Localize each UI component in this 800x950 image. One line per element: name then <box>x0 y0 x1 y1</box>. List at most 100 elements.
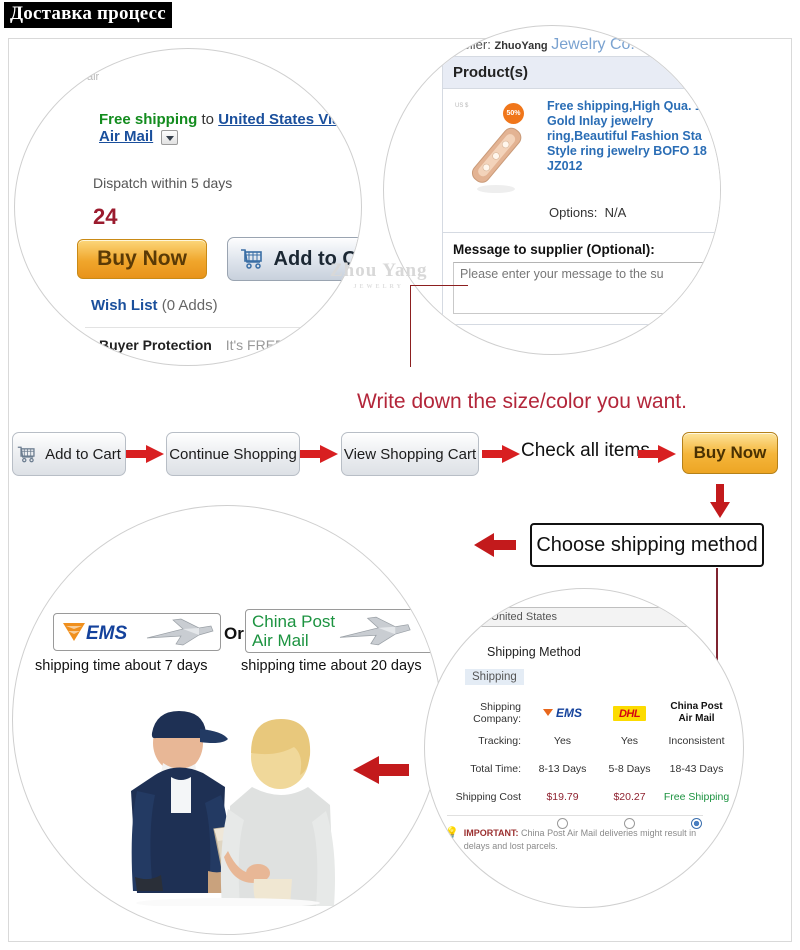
thumb-corner-text: US $ <box>455 103 469 109</box>
china-post-text: China Post Air Mail <box>252 612 335 650</box>
company-ems: EMS <box>529 706 596 721</box>
table-row-companies: Shipping Company: EMS DHL China Post Air… <box>433 699 733 727</box>
cart-icon <box>240 249 262 269</box>
flow-continue-shopping-button[interactable]: Continue Shopping <box>166 432 300 476</box>
note-strong: IMPORTANT: <box>463 828 519 838</box>
ems-logo-icon <box>542 709 553 717</box>
seller-company: Jewelry Co. <box>551 36 635 53</box>
message-textarea[interactable]: Please enter your message to the su <box>453 262 720 314</box>
chevron-down-icon[interactable] <box>161 129 179 145</box>
ems-badge: EMS <box>53 613 221 651</box>
arrow-left-icon <box>474 533 516 557</box>
cell-value: Inconsistent <box>668 735 725 747</box>
delivery-circle: EMS Or China Post Air Mail shipping time… <box>12 505 442 935</box>
table-row: Total Time: 8-13 Days 5-8 Days 18-43 Day… <box>433 755 733 783</box>
options-label: Options: <box>549 205 598 220</box>
dispatch-text: Dispatch within 5 days <box>93 175 233 191</box>
important-note: 💡 IMPORTANT: China Post Air Mail deliver… <box>445 827 721 853</box>
us-flag-icon <box>470 611 486 623</box>
china-post-line1: China Post <box>252 612 336 631</box>
table-row: Tracking: Yes Yes Inconsistent <box>433 727 733 755</box>
write-size-color-caption: Write down the size/color you want. <box>357 390 687 413</box>
cell-value: 8-13 Days <box>538 763 587 775</box>
delivery-process-infographic: Доставка процесс air Free shipping to Un… <box>0 0 800 950</box>
flow-view-shopping-cart-button[interactable]: View Shopping Cart <box>341 432 479 476</box>
table-row: Shipping Cost $19.79 $20.27 Free Shippin… <box>433 783 733 811</box>
buy-now-button[interactable]: Buy Now <box>77 239 207 279</box>
message-label: Message to supplier (Optional): <box>443 232 720 262</box>
flow-check-all-items-text: Check all items <box>521 440 650 461</box>
shipping-table-circle: United States Shipping Method Shipping S… <box>424 588 744 908</box>
product-title[interactable]: Free shipping,High Qua. 18K Gold Inlay j… <box>547 99 720 195</box>
delivery-photo <box>131 711 335 906</box>
watermark-line2: JEWELRY <box>353 284 404 290</box>
shipping-options-table: Shipping Company: EMS DHL China Post Air… <box>433 699 733 839</box>
seller-name: ZhuoYang <box>494 40 548 52</box>
flow-step-label: Continue Shopping <box>169 445 297 463</box>
arrow-right-icon <box>638 445 676 463</box>
price-value: 24 <box>93 204 118 229</box>
shipping-method-header: Shipping Method <box>487 645 581 659</box>
seller-label: Seller: <box>454 37 491 52</box>
arrow-right-icon <box>126 445 164 463</box>
airplane-icon <box>340 616 411 646</box>
product-page-circle: air Free shipping to United States Via C… <box>14 48 362 366</box>
shipping-line: Free shipping to United States Via China… <box>99 111 361 145</box>
arrow-down-icon <box>710 484 730 518</box>
flow-step-label: View Shopping Cart <box>343 445 477 463</box>
row-label: Shipping Cost <box>455 791 521 803</box>
arrow-right-icon <box>300 445 338 463</box>
cell-value: 18-43 Days <box>669 763 724 775</box>
or-label: Or <box>224 624 244 643</box>
flow-buy-now-button[interactable]: Buy Now <box>682 432 778 474</box>
row-label: Tracking: <box>478 735 521 747</box>
airplane-icon <box>146 618 214 646</box>
ring-image <box>471 127 522 193</box>
cell-value: $20.27 <box>613 791 646 803</box>
row-label: Total Time: <box>470 763 521 775</box>
discount-badge: 50% <box>503 103 524 124</box>
china-post-line2: Air Mail <box>252 631 309 650</box>
ems-caption: shipping time about 7 days <box>35 658 208 674</box>
lightbulb-icon: 💡 <box>445 827 459 839</box>
company-row-label: Shipping Company: <box>473 701 521 725</box>
product-row: US $ 50% Free shipping,High Qua. 18K Gol… <box>443 89 720 205</box>
options-value: N/A <box>604 205 627 220</box>
checkout-flow-strip: Add to Cart Continue Shopping View Shopp… <box>6 432 794 484</box>
checkout-page-circle: Seller: ZhuoYang Jewelry Co. Product(s) … <box>383 25 721 355</box>
shipping-to-label: to <box>201 111 215 128</box>
china-post-caption: shipping time about 20 days <box>241 658 422 674</box>
cell-value: Yes <box>620 735 639 747</box>
shipping-tab[interactable]: Shipping <box>465 669 524 685</box>
company-china-post: China Post Air Mail <box>670 701 723 724</box>
product-thumbnail[interactable]: US $ 50% <box>453 99 539 195</box>
buyer-protection-label: Buyer Protection <box>99 337 212 353</box>
faint-air-text: air <box>87 71 100 83</box>
product-options: Options: N/A <box>443 205 720 232</box>
cell-value: Free Shipping <box>663 790 730 803</box>
buyer-protection-row: Buyer Protection It's FREE <box>99 337 284 353</box>
page-title: Доставка процесс <box>4 2 172 28</box>
company-dhl-label: DHL <box>612 705 647 721</box>
watermark-line1: Zhou Yang <box>330 260 428 281</box>
watermark: Zhou Yang JEWELRY <box>330 260 428 296</box>
note-divider <box>447 815 703 816</box>
free-shipping-label: Free shipping <box>99 111 198 128</box>
choose-shipping-method-callout: Choose shipping method <box>530 523 764 567</box>
arrow-right-icon <box>482 445 520 463</box>
message-connector-vertical <box>410 285 411 367</box>
country-label: United States <box>491 611 558 623</box>
company-ems-label: EMS <box>555 705 582 720</box>
country-selector[interactable]: United States <box>465 607 727 627</box>
ems-logo-icon: EMS <box>63 623 128 644</box>
arrow-left-icon <box>353 756 409 784</box>
seller-line: Seller: ZhuoYang Jewelry Co. <box>454 36 635 54</box>
wish-list-label: Wish List <box>91 297 158 314</box>
wish-list-count: (0 Adds) <box>161 297 218 314</box>
divider <box>85 327 361 328</box>
flow-add-to-cart-button[interactable]: Add to Cart <box>12 432 126 476</box>
wish-list-row[interactable]: Wish List (0 Adds) <box>91 297 218 314</box>
buyer-protection-note: It's FREE <box>225 337 285 353</box>
svg-text:EMS: EMS <box>86 623 128 644</box>
cart-icon <box>17 446 35 462</box>
